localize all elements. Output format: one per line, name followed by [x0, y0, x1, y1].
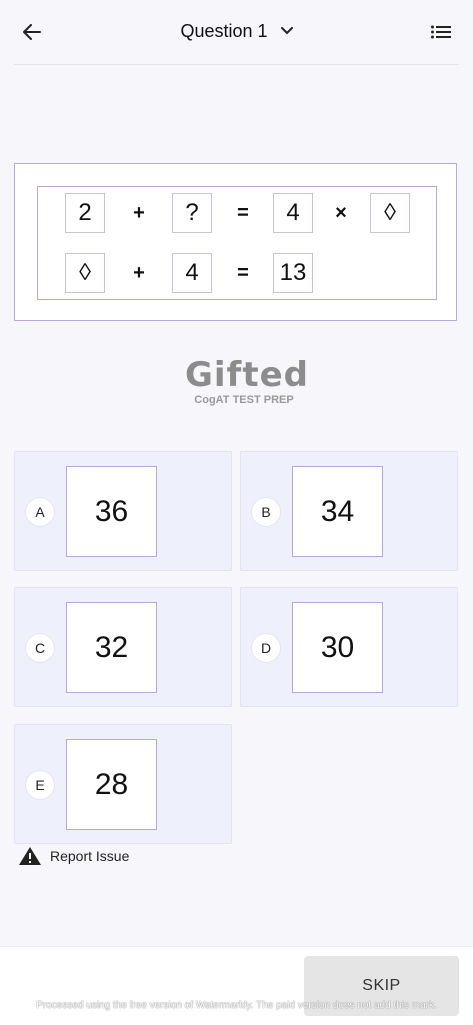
option-value: 28 — [66, 739, 157, 830]
top-bar: Question 1 — [0, 0, 473, 64]
chevron-down-icon — [280, 27, 293, 35]
question-selector[interactable]: Question 1 — [0, 20, 473, 42]
answer-option-b[interactable]: B 34 — [240, 451, 458, 571]
puzzle-cell: 4 — [172, 253, 212, 293]
option-value: 34 — [292, 466, 383, 557]
question-list-button[interactable] — [427, 18, 455, 46]
puzzle-operator: = — [237, 201, 249, 224]
option-letter: B — [251, 497, 281, 527]
option-value: 32 — [66, 602, 157, 693]
answer-option-d[interactable]: D 30 — [240, 587, 458, 707]
option-letter: E — [25, 770, 55, 800]
logo-tagline: CogAT TEST PREP — [194, 394, 294, 406]
puzzle-operator: + — [133, 201, 145, 224]
puzzle-grid: 2 + ? = 4 × ◊ ◊ + 4 = 13 — [37, 186, 437, 300]
option-letter: C — [25, 633, 55, 663]
puzzle-operator: + — [133, 261, 145, 284]
puzzle-operator: = — [237, 261, 249, 284]
puzzle-cell: 2 — [65, 193, 105, 233]
warning-icon — [19, 847, 41, 865]
puzzle-cell-diamond: ◊ — [65, 253, 105, 293]
report-issue-label: Report Issue — [50, 848, 130, 864]
option-letter: A — [25, 497, 55, 527]
bottom-bar: SKIP — [0, 946, 473, 1025]
header-divider — [14, 64, 459, 65]
watermark-text: Processed using the free version of Wate… — [36, 1000, 437, 1011]
logo-wordmark: Gifted — [185, 355, 310, 395]
gifted-logo: Gifted CogAT TEST PREP — [185, 355, 310, 407]
answer-option-a[interactable]: A 36 — [14, 451, 232, 571]
puzzle-cell-diamond: ◊ — [370, 193, 410, 233]
answer-option-c[interactable]: C 32 — [14, 587, 232, 707]
puzzle-card: 2 + ? = 4 × ◊ ◊ + 4 = 13 — [14, 163, 457, 321]
page-title: Question 1 — [180, 20, 268, 41]
list-icon — [431, 25, 451, 39]
puzzle-operator: × — [335, 201, 347, 224]
report-issue-button[interactable]: Report Issue — [18, 846, 129, 866]
option-value: 36 — [66, 466, 157, 557]
option-letter: D — [251, 633, 281, 663]
answer-option-e[interactable]: E 28 — [14, 724, 232, 844]
puzzle-cell-unknown: ? — [172, 193, 212, 233]
puzzle-cell: 4 — [273, 193, 313, 233]
option-value: 30 — [292, 602, 383, 693]
puzzle-cell: 13 — [273, 253, 313, 293]
